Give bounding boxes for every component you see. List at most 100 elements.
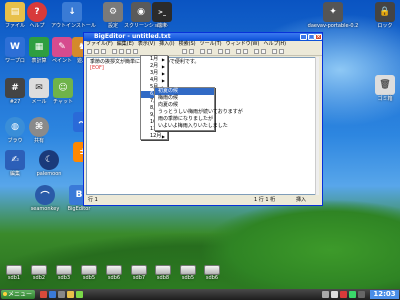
submenu-arrow-icon: ▶: [161, 71, 165, 76]
cut-icon[interactable]: [119, 49, 124, 54]
phrase-menu-item[interactable]: 初夏の候: [155, 88, 214, 95]
editor-app-icon[interactable]: ✍ 編集: [0, 150, 30, 177]
tool-icon[interactable]: [225, 49, 230, 54]
drive-icon[interactable]: sdb1: [4, 265, 24, 281]
download-icon: ↓: [62, 2, 82, 22]
phrase-submenu: 初夏の候 梅雨の候 向夏の候 うっとうしい梅雨が続いておりますが 雨の季節になりましたが…: [154, 87, 243, 131]
install-icon[interactable]: ↓ アウトインストール: [51, 2, 96, 29]
tool-icon[interactable]: [279, 49, 284, 54]
icon-label: 端末: [156, 23, 167, 29]
terminal-icon[interactable]: >_ 端末: [147, 2, 177, 29]
icon-label: ゴミ箱: [377, 96, 393, 102]
tool-icon[interactable]: [272, 49, 277, 54]
menu-help[interactable]: ヘルプ(H): [261, 41, 288, 47]
vertical-scrollbar[interactable]: [315, 57, 319, 195]
drive-icon[interactable]: sdb3: [54, 265, 74, 281]
tool-icon[interactable]: [236, 49, 241, 54]
drive-label: sdb8: [156, 275, 170, 281]
undo-icon[interactable]: [182, 49, 187, 54]
menu-view[interactable]: 表示(V): [136, 41, 157, 47]
menu-window[interactable]: ウィンドウ(W): [224, 41, 262, 47]
menu-file[interactable]: ファイル(F): [84, 41, 115, 47]
tool-icon[interactable]: [243, 49, 248, 54]
phrase-menu-item[interactable]: いよいよ梅雨入りいたしました: [155, 123, 228, 130]
drive-label: sdb7: [132, 275, 146, 281]
status-line: 行 1: [88, 197, 98, 203]
phrase-menu-item[interactable]: うっとうしい梅雨が続いておりますが: [155, 109, 243, 116]
replace-icon[interactable]: [207, 49, 212, 54]
editor-launcher-icon[interactable]: [67, 291, 74, 298]
window-titlebar[interactable]: BigEditor - untitled.txt _ □ ×: [84, 33, 322, 41]
speech-bubble-icon: ☺: [53, 78, 73, 98]
tool-icon[interactable]: [218, 49, 223, 54]
drive-icon[interactable]: sdb5: [79, 265, 99, 281]
menu-insert[interactable]: 挿入(I): [157, 41, 176, 47]
month-menu-item[interactable]: 3月 ▶: [141, 70, 167, 77]
open-icon[interactable]: [94, 49, 99, 54]
phrase-menu-item[interactable]: 雨の季節になりましたが: [155, 116, 214, 123]
copy-icon[interactable]: [126, 49, 131, 54]
status-tray-icon[interactable]: [349, 291, 356, 298]
chat-icon[interactable]: ☺ チャット: [48, 78, 78, 105]
start-label: メニュー: [8, 291, 33, 298]
trash-icon[interactable]: 🗑 ゴミ箱: [370, 75, 400, 102]
table-icon: ▦: [29, 37, 49, 57]
help-icon[interactable]: ? ヘルプ: [22, 2, 52, 29]
hdd-icon: [31, 265, 47, 275]
maximize-button[interactable]: □: [308, 34, 315, 40]
submenu-arrow-icon: ▶: [161, 57, 165, 62]
volume-tray-icon[interactable]: [331, 291, 338, 298]
redo-icon[interactable]: [189, 49, 194, 54]
menu-edit[interactable]: 編集(E): [115, 41, 136, 47]
browser-launcher-icon[interactable]: [40, 291, 47, 298]
close-button[interactable]: ×: [315, 34, 322, 40]
phrase-menu-item[interactable]: 梅雨の候: [155, 95, 214, 102]
month-menu-item[interactable]: 1月 ▶: [141, 56, 167, 63]
start-menu-button[interactable]: メニュー: [1, 290, 35, 299]
tool-icon[interactable]: [254, 49, 259, 54]
month-menu-item[interactable]: 4月 ▶: [141, 77, 167, 84]
desktop: ▤ ファイル ? ヘルプ ↓ アウトインストール ⚙ 設定 ◉ スクリーンショッ…: [0, 0, 400, 300]
seamonkey-icon[interactable]: ⌒ seamonkey: [27, 185, 63, 212]
file-launcher-icon[interactable]: [49, 291, 56, 298]
update-tray-icon[interactable]: [340, 291, 347, 298]
app-launcher-icon[interactable]: [76, 291, 83, 298]
palemoon-icon[interactable]: ☾ palemoon: [32, 150, 66, 177]
battery-tray-icon[interactable]: [358, 291, 365, 298]
hdd-icon: [6, 265, 22, 275]
month-label: 4月: [150, 77, 159, 83]
print-icon[interactable]: [112, 49, 117, 54]
month-menu-item[interactable]: 2月 ▶: [141, 63, 167, 70]
month-menu-item[interactable]: 12月 ▶: [141, 133, 167, 140]
drive-icon[interactable]: sdb6: [202, 265, 222, 281]
clock: 12:03: [370, 290, 399, 299]
new-icon[interactable]: [87, 49, 92, 54]
find-icon[interactable]: [200, 49, 205, 54]
terminal-launcher-icon[interactable]: [58, 291, 65, 298]
drive-icon[interactable]: sdb6: [104, 265, 124, 281]
moon-icon: ☾: [39, 150, 59, 170]
status-position: 1 行 1 桁: [254, 197, 276, 203]
minimize-button[interactable]: _: [300, 34, 307, 40]
portable-app-icon[interactable]: ✦ daevav-portable-0.2: [305, 2, 361, 29]
network-tray-icon[interactable]: [322, 291, 329, 298]
hdd-icon: [131, 265, 147, 275]
share-icon[interactable]: ⌘ 共有: [24, 117, 54, 144]
submenu-arrow-icon: ▶: [161, 78, 165, 83]
phrase-menu-item[interactable]: 向夏の候: [155, 102, 214, 109]
taskbar: メニュー 12:03: [0, 289, 400, 300]
drive-icon[interactable]: sdb2: [29, 265, 49, 281]
icon-label: チャット: [53, 99, 73, 105]
icon-label: ヘルプ: [29, 23, 45, 29]
menu-search[interactable]: 検索(S): [177, 41, 198, 47]
tool-icon[interactable]: [261, 49, 266, 54]
lock-screen-icon[interactable]: 🔒 ロック: [370, 2, 400, 29]
hdd-icon: [204, 265, 220, 275]
menu-tools[interactable]: ツール(T): [198, 41, 224, 47]
paste-icon[interactable]: [133, 49, 138, 54]
drive-icon[interactable]: sdb5: [178, 265, 198, 281]
save-icon[interactable]: [101, 49, 106, 54]
drive-icon[interactable]: sdb8: [153, 265, 173, 281]
drive-icon[interactable]: sdb7: [129, 265, 149, 281]
status-mode: 挿入: [296, 197, 307, 203]
